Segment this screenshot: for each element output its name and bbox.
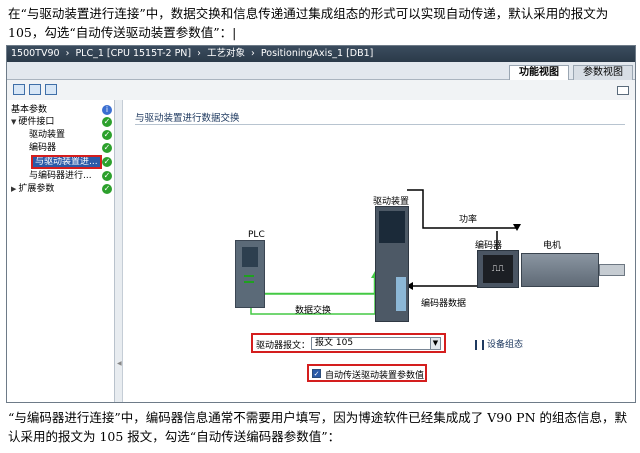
nav-item-hardware-interface[interactable]: ▼ 硬件接口 xyxy=(11,116,54,128)
nav-item-label: 与编码器进行... xyxy=(29,171,92,181)
breadcrumb-sep: › xyxy=(251,48,255,59)
panel-toggle-icon[interactable] xyxy=(617,86,629,95)
navigation-tree: 基本参数 i ▼ 硬件接口 ✓ 驱动装置 ✓ 编码器 ✓ 与驱动装置进... ✓ … xyxy=(7,100,115,402)
breadcrumb-project[interactable]: 1500TV90 xyxy=(11,48,60,59)
encoder-paragraph: “与编码器进行连接”中，编码器信息通常不需要用户填写，因为博途软件已经集成成了 … xyxy=(8,410,627,444)
breadcrumb: 1500TV90 › PLC_1 [CPU 1515T-2 PN] › 工艺对象… xyxy=(7,46,635,62)
nav-item-drive-connection[interactable]: 与驱动装置进... xyxy=(31,155,102,169)
device-config-label: 设备组态 xyxy=(487,340,524,350)
status-ok-icon: ✓ xyxy=(102,143,112,153)
drive-telegram-label: 驱动器报文： xyxy=(256,341,311,351)
encoder-data-label: 编码器数据 xyxy=(421,299,467,309)
toolbar xyxy=(7,80,635,100)
plc-led xyxy=(244,281,254,283)
chevron-down-icon[interactable]: ▼ xyxy=(430,338,440,349)
drive-terminal-panel xyxy=(396,277,406,311)
nav-item-label: 驱动装置 xyxy=(29,130,66,140)
plc-label: PLC xyxy=(248,230,265,240)
tab-function-view[interactable]: 功能视图 xyxy=(509,65,569,80)
nav-item-basic-params[interactable]: 基本参数 xyxy=(11,104,47,116)
home-icon[interactable] xyxy=(13,84,25,95)
motor-device[interactable] xyxy=(521,253,599,287)
plc-led xyxy=(244,275,254,277)
plc-device[interactable] xyxy=(235,240,265,308)
breadcrumb-sep: › xyxy=(197,48,201,59)
drive-telegram-value: 报文 105 xyxy=(315,338,354,348)
drive-connection-panel: 与驱动装置进行数据交换 PLC 驱动装置 功率 编码器 电机 ⎍⎍ 数据交换 编… xyxy=(123,100,635,402)
status-ok-icon: ✓ xyxy=(102,171,112,181)
auto-transfer-row: ✓ 自动传送驱动装置参数值 xyxy=(307,364,427,382)
status-ok-icon: ✓ xyxy=(102,117,112,127)
motor-shaft xyxy=(599,264,625,276)
status-ok-icon: ✓ xyxy=(102,157,112,167)
nav-item-label: 与驱动装置进... xyxy=(31,155,102,169)
data-exchange-label: 数据交换 xyxy=(295,306,332,316)
drive-telegram-row: 驱动器报文： 报文 105 ▼ xyxy=(251,333,446,353)
collapse-arrow-icon[interactable]: ▶ xyxy=(11,185,16,193)
tab-parameter-view[interactable]: 参数视图 xyxy=(573,65,633,80)
nav-item-label: 硬件接口 xyxy=(18,117,55,127)
breadcrumb-sep: › xyxy=(65,48,70,59)
nav-item-label: 基本参数 xyxy=(11,105,48,115)
intro-paragraph: 在“与驱动装置进行连接”中，数据交换和信息传递通过集成组态的形式可以实现自动传递… xyxy=(8,6,609,40)
device-config-link[interactable]: 设备组态 xyxy=(475,337,523,350)
nav-item-extended-params[interactable]: ▶ 扩展参数 xyxy=(11,183,54,195)
encoder-pulse-icon: ⎍⎍ xyxy=(483,255,513,283)
breadcrumb-tech-objects[interactable]: 工艺对象 xyxy=(207,48,245,59)
status-info-icon: i xyxy=(102,105,112,115)
nav-item-encoder[interactable]: 编码器 xyxy=(29,142,56,154)
auto-transfer-label[interactable]: 自动传送驱动装置参数值 xyxy=(325,368,424,381)
plc-screen xyxy=(242,247,258,267)
expand-arrow-icon[interactable]: ▼ xyxy=(11,118,16,126)
nav-item-encoder-connection[interactable]: 与编码器进行... xyxy=(29,170,92,182)
split-view-icon[interactable] xyxy=(29,84,41,95)
data-exchange-line xyxy=(249,266,377,296)
nav-item-label: 编码器 xyxy=(29,143,57,153)
auto-transfer-checkbox[interactable]: ✓ xyxy=(312,369,321,378)
drive-device[interactable] xyxy=(375,206,409,322)
view-tabs: 功能视图 参数视图 xyxy=(7,62,635,80)
breadcrumb-axis[interactable]: PositioningAxis_1 [DB1] xyxy=(261,48,374,59)
status-ok-icon: ✓ xyxy=(102,130,112,140)
drive-telegram-select[interactable]: 报文 105 ▼ xyxy=(311,337,441,350)
device-config-icon xyxy=(475,339,484,350)
breadcrumb-plc[interactable]: PLC_1 [CPU 1515T-2 PN] xyxy=(75,48,191,59)
splitter-grip-icon[interactable]: ◀ xyxy=(117,360,122,367)
motor-label: 电机 xyxy=(543,241,562,251)
splitter[interactable]: ◀ xyxy=(115,100,123,402)
nav-item-label: 扩展参数 xyxy=(18,184,55,194)
encoder-device[interactable]: ⎍⎍ xyxy=(477,250,519,288)
power-label: 功率 xyxy=(459,215,478,225)
nav-item-drive[interactable]: 驱动装置 xyxy=(29,129,65,141)
tree-view-icon[interactable] xyxy=(45,84,57,95)
tia-portal-window: 1500TV90 › PLC_1 [CPU 1515T-2 PN] › 工艺对象… xyxy=(6,45,636,403)
drive-display xyxy=(379,211,405,243)
status-ok-icon: ✓ xyxy=(102,184,112,194)
